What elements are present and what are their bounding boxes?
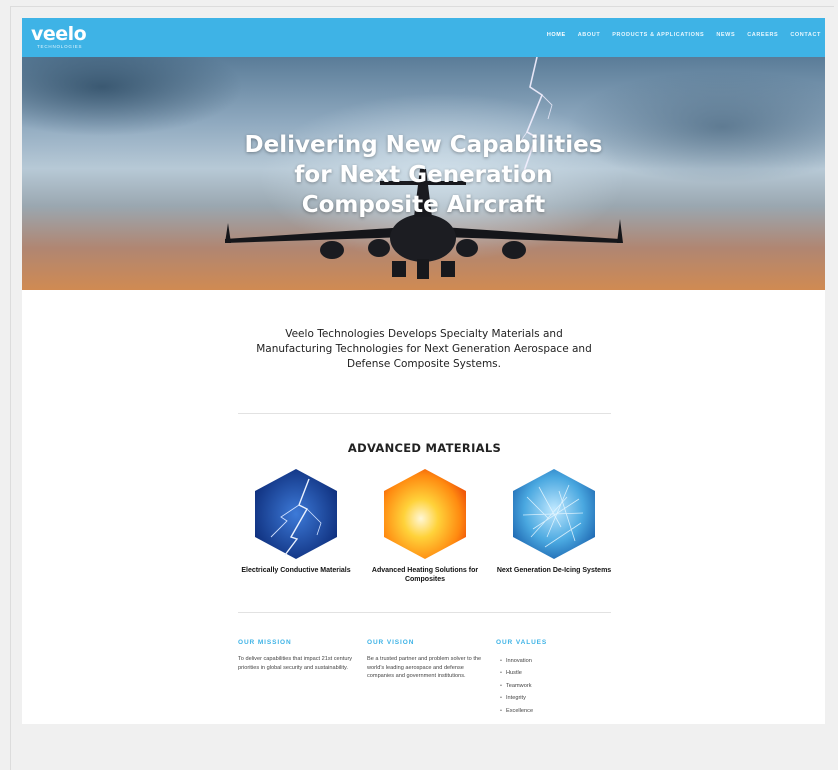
vision-title: OUR VISION: [367, 639, 415, 646]
material-label: Advanced Heating Solutions for Composite…: [371, 567, 479, 583]
values-list: Innovation Hustle Teamwork Integrity Exc…: [496, 655, 614, 717]
site-header: veelo TECHNOLOGIES HOME ABOUT PRODUCTS &…: [22, 18, 825, 57]
vision-text: Be a trusted partner and problem solver …: [367, 656, 482, 680]
material-electrically-conductive[interactable]: Electrically Conductive Materials: [231, 467, 361, 576]
intro-text: Veelo Technologies Develops Specialty Ma…: [256, 328, 592, 370]
nav-products-applications[interactable]: PRODUCTS & APPLICATIONS: [612, 32, 704, 38]
vision-column: OUR VISION Be a trusted partner and prob…: [367, 639, 485, 681]
ice-hexagon-image: [513, 469, 595, 559]
hero-title-line: for Next Generation: [294, 162, 553, 188]
lightning-hexagon-image: [255, 469, 337, 559]
list-item: Excellence: [500, 705, 614, 718]
divider: [238, 413, 611, 414]
values-column: OUR VALUES Innovation Hustle Teamwork In…: [496, 639, 614, 717]
logo[interactable]: veelo TECHNOLOGIES: [31, 23, 87, 50]
material-label: Electrically Conductive Materials: [241, 567, 351, 574]
mission-column: OUR MISSION To deliver capabilities that…: [238, 639, 356, 672]
hero-title-line: Composite Aircraft: [301, 192, 546, 218]
heat-hexagon-image: [384, 469, 466, 559]
hero-title: Delivering New Capabilities for Next Gen…: [22, 130, 825, 220]
page: veelo TECHNOLOGIES HOME ABOUT PRODUCTS &…: [22, 18, 825, 724]
main-nav: HOME ABOUT PRODUCTS & APPLICATIONS NEWS …: [547, 32, 821, 38]
values-title: OUR VALUES: [496, 639, 548, 646]
logo-subtitle: TECHNOLOGIES: [37, 44, 83, 49]
nav-home[interactable]: HOME: [547, 32, 566, 38]
nav-news[interactable]: NEWS: [716, 32, 735, 38]
hero-title-line: Delivering New Capabilities: [244, 132, 603, 158]
divider: [238, 612, 611, 613]
mission-title: OUR MISSION: [238, 639, 292, 646]
nav-careers[interactable]: CAREERS: [747, 32, 778, 38]
list-item: Innovation: [500, 655, 614, 668]
mission-text: To deliver capabilities that impact 21st…: [238, 656, 353, 671]
material-de-icing[interactable]: Next Generation De-Icing Systems: [489, 467, 619, 576]
material-label: Next Generation De-Icing Systems: [496, 567, 612, 574]
material-advanced-heating[interactable]: Advanced Heating Solutions for Composite…: [360, 467, 490, 584]
nav-about[interactable]: ABOUT: [578, 32, 601, 38]
list-item: Teamwork: [500, 680, 614, 693]
list-item: Integrity: [500, 692, 614, 705]
nav-contact[interactable]: CONTACT: [790, 32, 821, 38]
list-item: Hustle: [500, 667, 614, 680]
materials-title: ADVANCED MATERIALS: [347, 441, 502, 455]
logo-wordmark: veelo: [31, 23, 87, 45]
hero-banner: Delivering New Capabilities for Next Gen…: [22, 57, 825, 290]
